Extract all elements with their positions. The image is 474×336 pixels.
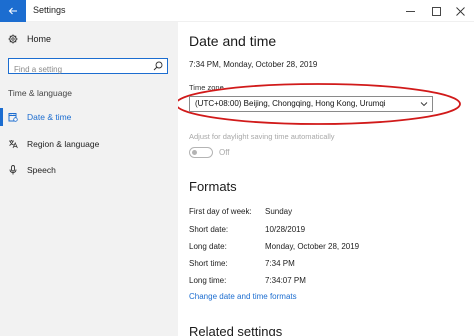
sidebar: Home Time & language Date & time Region … xyxy=(0,22,178,336)
format-value: 10/28/2019 xyxy=(265,225,306,234)
maximize-icon xyxy=(431,6,441,16)
dst-label: Adjust for daylight saving time automati… xyxy=(189,132,335,141)
toggle-knob xyxy=(192,149,197,155)
close-icon xyxy=(455,6,465,16)
minimize-icon xyxy=(405,10,415,12)
time-zone-dropdown[interactable]: (UTC+08:00) Beijing, Chongqing, Hong Kon… xyxy=(189,96,433,112)
sidebar-item-home[interactable]: Home xyxy=(8,34,51,44)
sidebar-item-speech[interactable]: Speech xyxy=(8,165,56,175)
minimize-button[interactable] xyxy=(396,0,424,22)
sidebar-item-label: Speech xyxy=(27,165,56,175)
main-content: Date and time 7:34 PM, Monday, October 2… xyxy=(178,22,474,336)
format-value: 7:34 PM xyxy=(265,259,295,268)
back-arrow-icon xyxy=(8,7,17,15)
format-key: Long date: xyxy=(189,242,227,251)
dst-toggle-state: Off xyxy=(219,148,230,157)
sidebar-item-date-time[interactable]: Date & time xyxy=(8,112,71,122)
formats-heading: Formats xyxy=(189,179,237,194)
gear-icon xyxy=(8,34,18,44)
section-heading: Time & language xyxy=(8,88,72,98)
window-title: Settings xyxy=(33,5,66,15)
format-value: 7:34:07 PM xyxy=(265,276,306,285)
chevron-down-icon xyxy=(420,102,428,107)
search-input[interactable] xyxy=(9,62,149,77)
sidebar-item-label: Date & time xyxy=(27,112,72,122)
calendar-icon xyxy=(8,113,18,122)
active-indicator xyxy=(0,108,3,126)
format-value: Monday, October 28, 2019 xyxy=(265,242,360,251)
time-zone-value: (UTC+08:00) Beijing, Chongqing, Hong Kon… xyxy=(195,99,386,108)
sidebar-item-region-language[interactable]: Region & language xyxy=(8,139,99,149)
change-formats-link[interactable]: Change date and time formats xyxy=(189,292,297,301)
title-bar: Settings xyxy=(0,0,474,22)
format-key: Long time: xyxy=(189,276,227,285)
close-button[interactable] xyxy=(446,0,474,22)
home-label: Home xyxy=(27,34,52,44)
region-icon xyxy=(9,140,18,149)
format-key: Short date: xyxy=(189,225,229,234)
page-title: Date and time xyxy=(189,33,277,49)
search-box[interactable] xyxy=(8,58,168,77)
format-key: First day of week: xyxy=(189,207,252,216)
related-settings-heading: Related settings xyxy=(189,324,283,336)
search-icon[interactable] xyxy=(153,61,163,71)
back-button[interactable] xyxy=(0,0,26,22)
format-value: Sunday xyxy=(265,207,293,216)
microphone-icon xyxy=(9,165,17,175)
current-datetime: 7:34 PM, Monday, October 28, 2019 xyxy=(189,60,318,69)
sidebar-item-label: Region & language xyxy=(27,139,100,149)
format-key: Short time: xyxy=(189,259,228,268)
dst-toggle[interactable] xyxy=(189,147,213,158)
